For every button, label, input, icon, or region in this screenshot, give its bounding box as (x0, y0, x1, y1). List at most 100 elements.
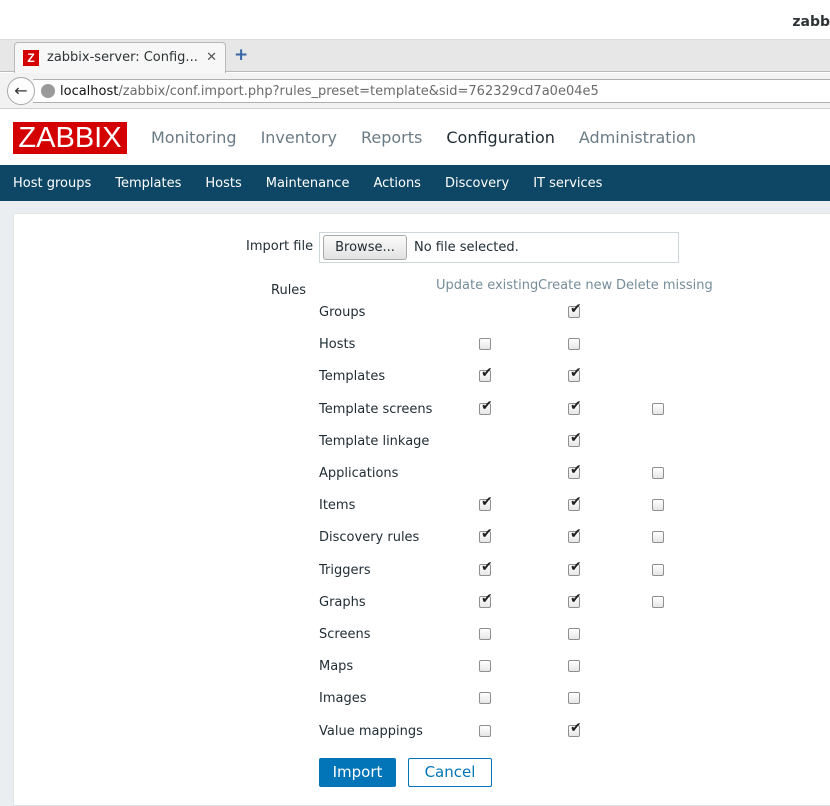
create-checkbox[interactable]: ✔ (568, 527, 582, 544)
rule-name: Triggers (319, 562, 371, 578)
cancel-button[interactable]: Cancel (408, 758, 492, 787)
subnav-hosts[interactable]: Hosts (205, 176, 241, 191)
nav-inventory[interactable]: Inventory (261, 128, 337, 147)
window-titlebar: zabb (0, 0, 830, 40)
delete-checkbox[interactable] (652, 499, 664, 512)
sub-nav: Host groups Templates Hosts Maintenance … (0, 165, 830, 201)
rules-label: Rules (271, 283, 307, 298)
globe-icon (41, 84, 55, 98)
create-checkbox[interactable]: ✔ (568, 495, 582, 512)
checkmark-icon: ✔ (570, 590, 582, 607)
subnav-discovery[interactable]: Discovery (445, 176, 509, 191)
rule-row: Applications ✔ (319, 463, 719, 484)
update-checkbox[interactable]: ✔ (479, 366, 493, 383)
create-checkbox[interactable] (568, 660, 580, 673)
col-create-new: Create new (538, 278, 613, 293)
create-checkbox[interactable] (568, 628, 580, 640)
subnav-actions[interactable]: Actions (373, 176, 421, 191)
subnav-it-services[interactable]: IT services (533, 176, 602, 191)
checkmark-icon: ✔ (570, 494, 582, 511)
subnav-templates[interactable]: Templates (115, 176, 181, 191)
delete-checkbox[interactable] (652, 531, 664, 544)
update-checkbox[interactable] (479, 338, 491, 351)
subnav-maintenance[interactable]: Maintenance (266, 176, 350, 191)
update-checkbox[interactable]: ✔ (479, 399, 493, 415)
checkmark-icon: ✔ (570, 719, 582, 736)
rule-row: Hosts (319, 335, 719, 355)
nav-administration[interactable]: Administration (579, 128, 696, 147)
rule-name: Screens (319, 627, 371, 642)
browse-button[interactable]: Browse... (323, 235, 407, 260)
rule-name: Template screens (319, 401, 433, 417)
rule-name: Value mappings (319, 723, 423, 739)
delete-checkbox[interactable] (652, 595, 664, 608)
rule-name: Applications (319, 466, 399, 481)
zabbix-logo[interactable]: ZABBIX (13, 122, 127, 154)
rule-row: Template linkage ✔ (319, 431, 719, 452)
back-arrow-icon[interactable]: ← (7, 77, 35, 105)
browser-toolbar: localhost/zabbix/conf.import.php?rules_p… (0, 73, 830, 109)
checkmark-icon: ✔ (570, 526, 582, 543)
checkmark-icon: ✔ (481, 365, 493, 382)
file-input[interactable]: Browse... No file selected. (319, 232, 679, 263)
create-checkbox[interactable]: ✔ (568, 560, 582, 576)
rule-row: Discovery rules ✔ ✔ (319, 527, 719, 548)
delete-checkbox[interactable] (652, 402, 664, 415)
checkmark-icon: ✔ (481, 397, 493, 414)
rule-row: Items ✔ ✔ (319, 495, 719, 516)
checkmark-icon: ✔ (570, 558, 582, 575)
zabbix-header: ZABBIX Monitoring Inventory Reports Conf… (0, 110, 830, 165)
url-text: localhost/zabbix/conf.import.php?rules_p… (60, 84, 599, 99)
create-checkbox[interactable]: ✔ (568, 721, 582, 737)
rule-name: Maps (319, 659, 354, 675)
url-path: /zabbix/conf.import.php?rules_preset=tem… (118, 84, 599, 99)
import-button[interactable]: Import (319, 758, 396, 787)
nav-reports[interactable]: Reports (361, 128, 422, 147)
create-checkbox[interactable]: ✔ (568, 463, 582, 479)
rule-row: Images (319, 689, 719, 709)
rule-row: Groups ✔ (319, 302, 719, 323)
create-checkbox[interactable]: ✔ (568, 592, 582, 608)
nav-configuration[interactable]: Configuration (446, 128, 555, 147)
rule-row: Templates ✔ ✔ (319, 366, 719, 387)
create-checkbox[interactable]: ✔ (568, 366, 582, 383)
create-checkbox[interactable]: ✔ (568, 431, 582, 447)
checkmark-icon: ✔ (570, 462, 582, 478)
update-checkbox[interactable]: ✔ (479, 592, 493, 608)
checkmark-icon: ✔ (570, 397, 582, 414)
create-checkbox[interactable]: ✔ (568, 302, 582, 318)
close-tab-icon[interactable]: ✕ (206, 50, 217, 65)
create-checkbox[interactable] (568, 692, 580, 705)
update-checkbox[interactable]: ✔ (479, 495, 493, 512)
rule-row: Value mappings ✔ (319, 721, 719, 742)
browser-tabstrip: Z zabbix-server: Config... ✕ + (0, 40, 830, 73)
update-checkbox[interactable] (479, 692, 491, 705)
checkmark-icon: ✔ (570, 429, 582, 446)
rule-name: Templates (319, 369, 386, 385)
rule-name: Discovery rules (319, 530, 420, 546)
update-checkbox[interactable] (479, 628, 491, 640)
update-checkbox[interactable]: ✔ (479, 560, 493, 576)
checkmark-icon: ✔ (570, 365, 582, 382)
checkmark-icon: ✔ (481, 494, 493, 511)
delete-checkbox[interactable] (652, 563, 664, 576)
rule-name: Images (319, 691, 367, 707)
checkmark-icon: ✔ (481, 558, 493, 575)
create-checkbox[interactable]: ✔ (568, 399, 582, 415)
update-checkbox[interactable]: ✔ (479, 527, 493, 544)
browser-tab[interactable]: Z zabbix-server: Config... ✕ (14, 42, 226, 73)
new-tab-icon[interactable]: + (234, 47, 248, 64)
update-checkbox[interactable] (479, 724, 491, 737)
subnav-host-groups[interactable]: Host groups (13, 176, 91, 191)
rule-name: Groups (319, 305, 366, 320)
main-nav: Monitoring Inventory Reports Configurati… (151, 128, 720, 147)
nav-monitoring[interactable]: Monitoring (151, 128, 237, 147)
delete-checkbox[interactable] (652, 467, 664, 479)
create-checkbox[interactable] (568, 338, 580, 351)
update-checkbox[interactable] (479, 660, 491, 673)
import-file-label: Import file (246, 239, 314, 254)
address-bar[interactable]: localhost/zabbix/conf.import.php?rules_p… (33, 79, 830, 103)
checkmark-icon: ✔ (481, 590, 493, 607)
rule-row: Triggers ✔ ✔ (319, 560, 719, 581)
checkmark-icon: ✔ (570, 301, 582, 317)
